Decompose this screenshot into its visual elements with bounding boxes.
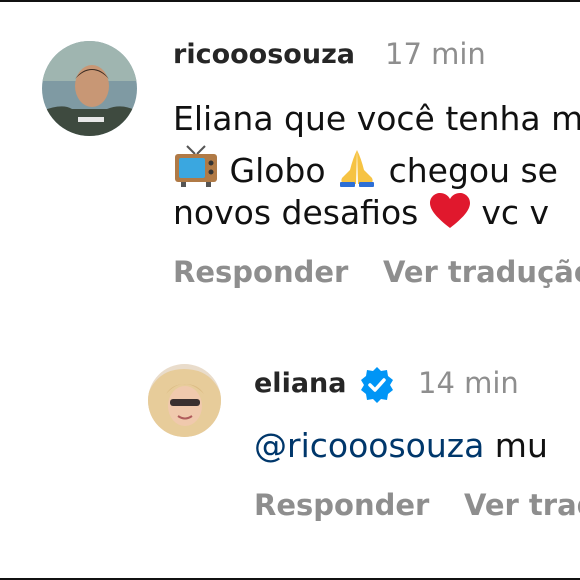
comment-text-globo: Globo	[229, 151, 326, 190]
comment-text-line-2-rest: chegou se	[388, 151, 558, 190]
reply-text-after-mention: mu	[494, 426, 548, 465]
verified-badge-icon	[358, 366, 396, 408]
comment-username[interactable]: ricooosouza	[173, 39, 355, 70]
comment-time: 17 min	[385, 37, 486, 71]
reply-time: 14 min	[418, 366, 519, 400]
folded-hands-emoji-icon	[336, 148, 378, 196]
reply-see-translation-button[interactable]: Ver trad	[464, 488, 580, 522]
tv-emoji-icon	[173, 144, 219, 196]
comment-text-line-2: Globo chegou se	[173, 144, 558, 196]
avatar-eliana[interactable]	[148, 364, 221, 437]
reply-button[interactable]: Responder	[173, 255, 348, 289]
comment-text-line-3-end: vc v	[481, 193, 550, 232]
comment-text-line-3: novos desafios vc v	[173, 192, 549, 238]
avatar-ricooosouza[interactable]	[42, 41, 137, 136]
reply-reply-button[interactable]: Responder	[254, 488, 429, 522]
reply-text: @ricooosouza mu	[254, 426, 548, 465]
mention-link[interactable]: @ricooosouza	[254, 426, 484, 465]
comment-text-line-1: Eliana que você tenha m	[173, 99, 580, 138]
red-heart-emoji-icon	[429, 192, 471, 238]
reply-username[interactable]: eliana	[254, 368, 346, 399]
see-translation-button[interactable]: Ver tradução	[383, 255, 580, 289]
comment-text-line-3-start: novos desafios	[173, 193, 419, 232]
comments-thread: ricooosouza 17 min Eliana que você tenha…	[0, 0, 580, 580]
